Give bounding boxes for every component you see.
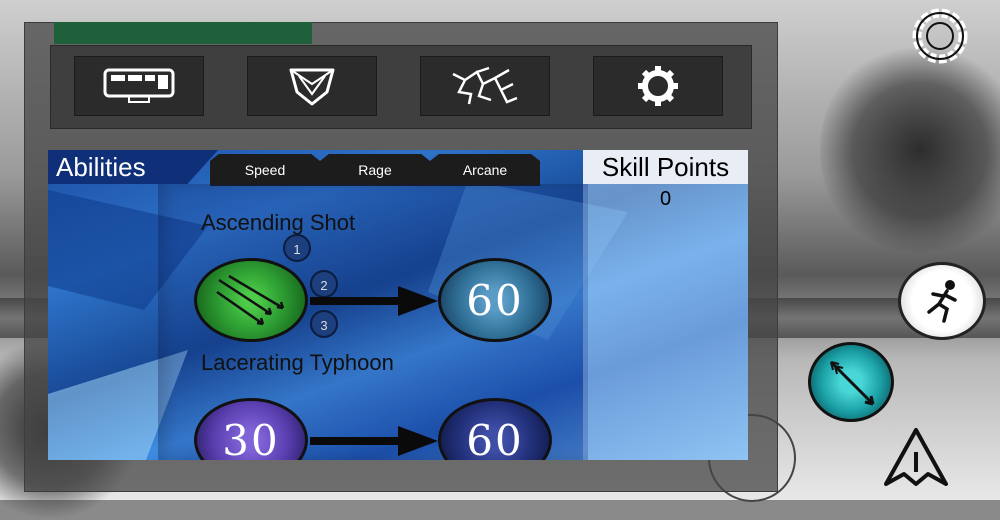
upgrade-arrow-icon bbox=[310, 426, 438, 456]
armor-shield-icon bbox=[289, 68, 335, 106]
skill-orb-upgrade[interactable]: 60 bbox=[438, 398, 552, 460]
arrow-skill-icon bbox=[829, 360, 875, 406]
upgrade-arrow-icon bbox=[310, 286, 438, 316]
skill-orb-lacerating-typhoon[interactable]: 30 bbox=[194, 398, 308, 460]
skill-name: Lacerating Typhoon bbox=[201, 350, 394, 375]
menu-toolbar bbox=[50, 45, 752, 129]
tab-rage[interactable]: Rage bbox=[320, 154, 430, 186]
abilities-title: Abilities bbox=[48, 150, 218, 184]
upgrade-cost: 60 bbox=[466, 415, 524, 461]
camp-tent-icon bbox=[884, 428, 948, 486]
skill-orb-upgrade[interactable]: 60 bbox=[438, 258, 552, 342]
skill-tree-icon bbox=[452, 66, 518, 105]
upgrade-cost: 60 bbox=[466, 275, 524, 325]
abilities-panel: Abilities Speed Rage Arcane Skill Points… bbox=[48, 150, 748, 460]
skill-points-box: Skill Points 0 bbox=[583, 150, 748, 460]
camp-button[interactable] bbox=[876, 422, 956, 492]
settings-gear-icon bbox=[638, 66, 678, 106]
settings-button[interactable] bbox=[593, 56, 723, 116]
ability-tabs: Speed Rage Arcane bbox=[210, 154, 540, 186]
health-bar bbox=[54, 22, 312, 44]
settings-ring-icon bbox=[912, 8, 968, 64]
inventory-button[interactable] bbox=[74, 56, 204, 116]
sprint-button[interactable] bbox=[898, 262, 986, 340]
inventory-panel-icon bbox=[103, 68, 175, 103]
tab-speed[interactable]: Speed bbox=[210, 154, 320, 186]
settings-ring-button[interactable] bbox=[910, 6, 970, 66]
skill-level-node[interactable]: 1 bbox=[283, 234, 311, 262]
arrow-volley-icon bbox=[216, 274, 285, 326]
skill-points-label: Skill Points bbox=[583, 150, 748, 184]
skill-tree-button[interactable] bbox=[420, 56, 550, 116]
skill-points-value: 0 bbox=[659, 188, 672, 210]
skill-list: Ascending Shot 1 2 3 60 Lacerating Typho… bbox=[158, 184, 588, 460]
current-value: 30 bbox=[222, 415, 280, 461]
tab-arcane[interactable]: Arcane bbox=[430, 154, 540, 186]
sprint-runner-icon bbox=[927, 280, 957, 323]
armor-button[interactable] bbox=[247, 56, 377, 116]
skill-orb-ascending-shot[interactable] bbox=[194, 258, 308, 342]
arrow-skill-button[interactable] bbox=[808, 342, 894, 422]
skill-name: Ascending Shot bbox=[201, 210, 356, 235]
